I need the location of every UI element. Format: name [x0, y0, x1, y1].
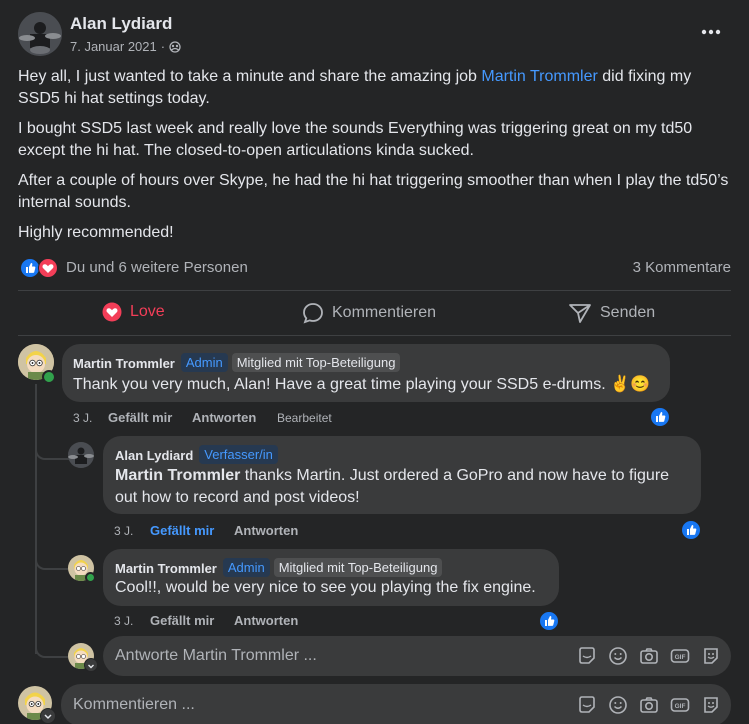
comment-bubble: Martin Trommler Admin Mitglied mit Top-Bet…: [62, 344, 670, 402]
post-paragraph: Highly recommended!: [18, 224, 174, 241]
send-icon: [569, 304, 591, 323]
thumbs-up-icon: [687, 525, 697, 535]
like-comment-button[interactable]: Gefällt mir: [150, 523, 214, 538]
post-author-name[interactable]: Alan Lydiard: [70, 14, 172, 34]
comment-like-badge[interactable]: [538, 610, 560, 632]
top-contributor-badge: Mitglied mit Top-Beteiligung: [231, 353, 401, 372]
comment-like-badge[interactable]: [649, 406, 671, 428]
svg-text:GIF: GIF: [675, 654, 686, 661]
comment-time[interactable]: 3 J.: [114, 524, 133, 538]
date-separator: ·: [160, 39, 166, 54]
post-text: Hey all, I just wanted to take a minute …: [18, 68, 482, 85]
comment-input[interactable]: Kommentieren ... GIF: [61, 684, 731, 724]
love-button[interactable]: Love: [102, 302, 165, 322]
account-switch-icon[interactable]: [84, 658, 98, 672]
mention-link[interactable]: Martin Trommler: [481, 68, 597, 85]
comment-header: Martin Trommler Admin Mitglied mit Top-Bet…: [115, 558, 443, 577]
more-options-icon[interactable]: [700, 22, 722, 42]
gif-icon[interactable]: GIF: [670, 646, 690, 666]
admin-badge: Admin: [222, 558, 270, 577]
thread-branch: [35, 550, 69, 570]
comment-text: Thank you very much, Alan! Have a great …: [73, 376, 650, 393]
post-paragraph: Hey all, I just wanted to take a minute …: [18, 66, 733, 110]
mention-link[interactable]: Martin Trommler: [115, 467, 240, 484]
thumbs-up-icon: [656, 412, 666, 422]
love-label: Love: [130, 303, 165, 320]
post-card: Alan Lydiard 7. Januar 2021 · Hey all, I…: [0, 0, 749, 724]
comments-count[interactable]: 3 Kommentare: [633, 259, 731, 276]
online-status-indicator: [85, 572, 96, 583]
comment-time[interactable]: 3 J.: [73, 411, 92, 425]
camera-icon[interactable]: [639, 695, 659, 715]
reply-input-placeholder: Antworte Martin Trommler ...: [115, 647, 317, 664]
reply-input[interactable]: Antworte Martin Trommler ... GIF: [103, 636, 731, 676]
comment-bubble: Martin Trommler Admin Mitglied mit Top-Bet…: [103, 549, 559, 606]
post-meta: 7. Januar 2021 ·: [70, 39, 181, 54]
admin-badge: Admin: [180, 353, 228, 372]
comment-text: Cool!!, would be very nice to see you pl…: [115, 579, 536, 596]
comment-like-badge[interactable]: [680, 519, 702, 541]
like-comment-button[interactable]: Gefällt mir: [108, 410, 172, 425]
thumbs-up-icon: [545, 616, 555, 626]
divider: [18, 290, 731, 291]
comment-label: Kommentieren: [332, 304, 437, 321]
reactions-summary[interactable]: Du und 6 weitere Personen: [66, 259, 248, 276]
reply-button[interactable]: Antworten: [234, 613, 298, 628]
thread-branch: [35, 636, 69, 658]
drummer-photo-icon: [18, 12, 62, 56]
send-button[interactable]: Senden: [568, 302, 655, 324]
gif-icon[interactable]: GIF: [670, 695, 690, 715]
author-avatar[interactable]: [18, 12, 62, 56]
emoji-icon[interactable]: [608, 646, 628, 666]
love-icon: [102, 302, 122, 322]
send-label: Senden: [600, 304, 656, 321]
comment-header: Alan Lydiard Verfasser/in: [115, 445, 278, 464]
reply-button[interactable]: Antworten: [192, 410, 256, 425]
like-reaction-icon: [20, 258, 40, 278]
edited-label: Bearbeitet: [277, 411, 332, 425]
comment-header: Martin Trommler Admin Mitglied mit Top-Bet…: [73, 353, 401, 372]
svg-text:GIF: GIF: [675, 703, 686, 710]
comment-button[interactable]: Kommentieren: [302, 302, 436, 324]
thread-line: [35, 384, 37, 654]
group-privacy-icon[interactable]: [169, 40, 181, 53]
camera-icon[interactable]: [639, 646, 659, 666]
sticker-icon[interactable]: [577, 646, 597, 666]
drummer-photo-icon: [68, 442, 94, 468]
post-date[interactable]: 7. Januar 2021: [70, 39, 157, 54]
avatar-sticker-icon[interactable]: [701, 695, 721, 715]
post-paragraph: I bought SSD5 last week and really love …: [18, 120, 693, 159]
thread-branch: [35, 440, 69, 460]
avatar-sticker-icon[interactable]: [701, 646, 721, 666]
post-body: Hey all, I just wanted to take a minute …: [18, 66, 733, 244]
commenter-avatar[interactable]: [68, 442, 94, 468]
reaction-icons[interactable]: [20, 258, 62, 278]
online-status-indicator: [42, 370, 56, 384]
comment-input-placeholder: Kommentieren ...: [73, 696, 195, 713]
comment-time[interactable]: 3 J.: [114, 614, 133, 628]
love-reaction-icon: [38, 258, 58, 278]
account-switch-icon[interactable]: [40, 708, 56, 724]
comment-bubble: Alan Lydiard Verfasser/in Martin Trommler…: [103, 436, 701, 514]
comment-author-name[interactable]: Alan Lydiard: [115, 448, 193, 463]
comment-author-name[interactable]: Martin Trommler: [115, 561, 217, 576]
comment-text: Martin Trommler thanks Martin. Just orde…: [115, 465, 695, 509]
comment-author-name[interactable]: Martin Trommler: [73, 356, 175, 371]
author-badge: Verfasser/in: [199, 445, 278, 464]
comment-bubble-icon: [303, 303, 323, 324]
emoji-icon[interactable]: [608, 695, 628, 715]
reply-button[interactable]: Antworten: [234, 523, 298, 538]
divider: [18, 335, 731, 336]
sticker-icon[interactable]: [577, 695, 597, 715]
like-comment-button[interactable]: Gefällt mir: [150, 613, 214, 628]
top-contributor-badge: Mitglied mit Top-Beteiligung: [273, 558, 443, 577]
post-paragraph: After a couple of hours over Skype, he h…: [18, 172, 729, 211]
